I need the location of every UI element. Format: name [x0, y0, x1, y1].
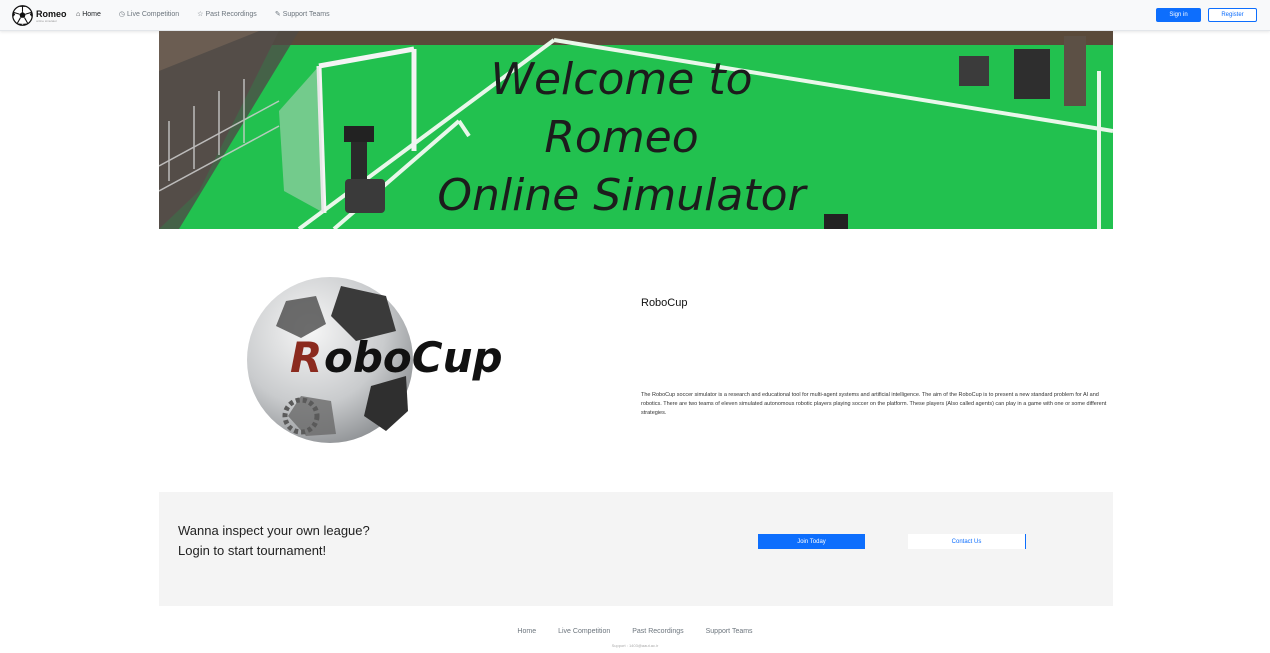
nav-link-home[interactable]: ⌂ Home	[76, 10, 101, 18]
navbar: Romeo online simulator ⌂ Home ◷ Live Com…	[0, 0, 1270, 31]
soccer-ball-icon	[12, 5, 33, 26]
footer-link-support-teams[interactable]: Support Teams	[706, 628, 753, 635]
clock-icon: ◷	[118, 11, 126, 18]
footer-links: Home Live Competition Past Recordings Su…	[0, 628, 1270, 635]
footer-link-live-competition[interactable]: Live Competition	[558, 628, 610, 635]
footer-link-home[interactable]: Home	[517, 628, 536, 635]
cta-text: Wanna inspect your own league? Login to …	[178, 523, 370, 558]
footer-support-note: Support : 1403@aaut.ac.ir	[611, 643, 659, 648]
nav-link-past-recordings[interactable]: ☆ Past Recordings	[197, 10, 257, 19]
home-icon: ⌂	[76, 10, 81, 18]
nav-link-live-competition[interactable]: ◷ Live Competition	[118, 10, 180, 19]
hero-banner: Welcome to Romeo Online Simulator	[159, 31, 1113, 229]
nav-link-label: Past Recordings	[205, 10, 257, 18]
contact-us-button[interactable]: Contact Us	[908, 534, 1026, 549]
nav-links: ⌂ Home ◷ Live Competition ☆ Past Recordi…	[76, 10, 348, 19]
nav-link-support-teams[interactable]: ✎ Support Teams	[274, 10, 330, 19]
robocup-logo-r: R	[290, 333, 322, 382]
cta-section: Wanna inspect your own league? Login to …	[159, 492, 1113, 606]
brand-name: Romeo	[36, 8, 67, 19]
robocup-logo: R oboCup	[247, 277, 503, 443]
feature-description: The RoboCup soccer simulator is a resear…	[641, 392, 1107, 416]
robocup-logo-text: oboCup	[324, 333, 503, 382]
register-button[interactable]: Register	[1208, 8, 1257, 22]
footer-link-past-recordings[interactable]: Past Recordings	[632, 628, 683, 635]
star-icon: ☆	[197, 11, 204, 18]
hero-title: Welcome to Romeo Online Simulator	[437, 54, 806, 221]
nav-link-label: Home	[82, 10, 101, 18]
feature-heading: RoboCup	[641, 297, 688, 309]
brand-subtitle: online simulator	[36, 18, 58, 23]
brand[interactable]: Romeo online simulator	[12, 5, 67, 26]
join-today-button[interactable]: Join Today	[758, 534, 865, 549]
signin-button[interactable]: Sign in	[1156, 8, 1201, 22]
nav-link-label: Support Teams	[282, 10, 330, 18]
wrench-icon: ✎	[274, 11, 281, 18]
nav-link-label: Live Competition	[127, 10, 180, 18]
